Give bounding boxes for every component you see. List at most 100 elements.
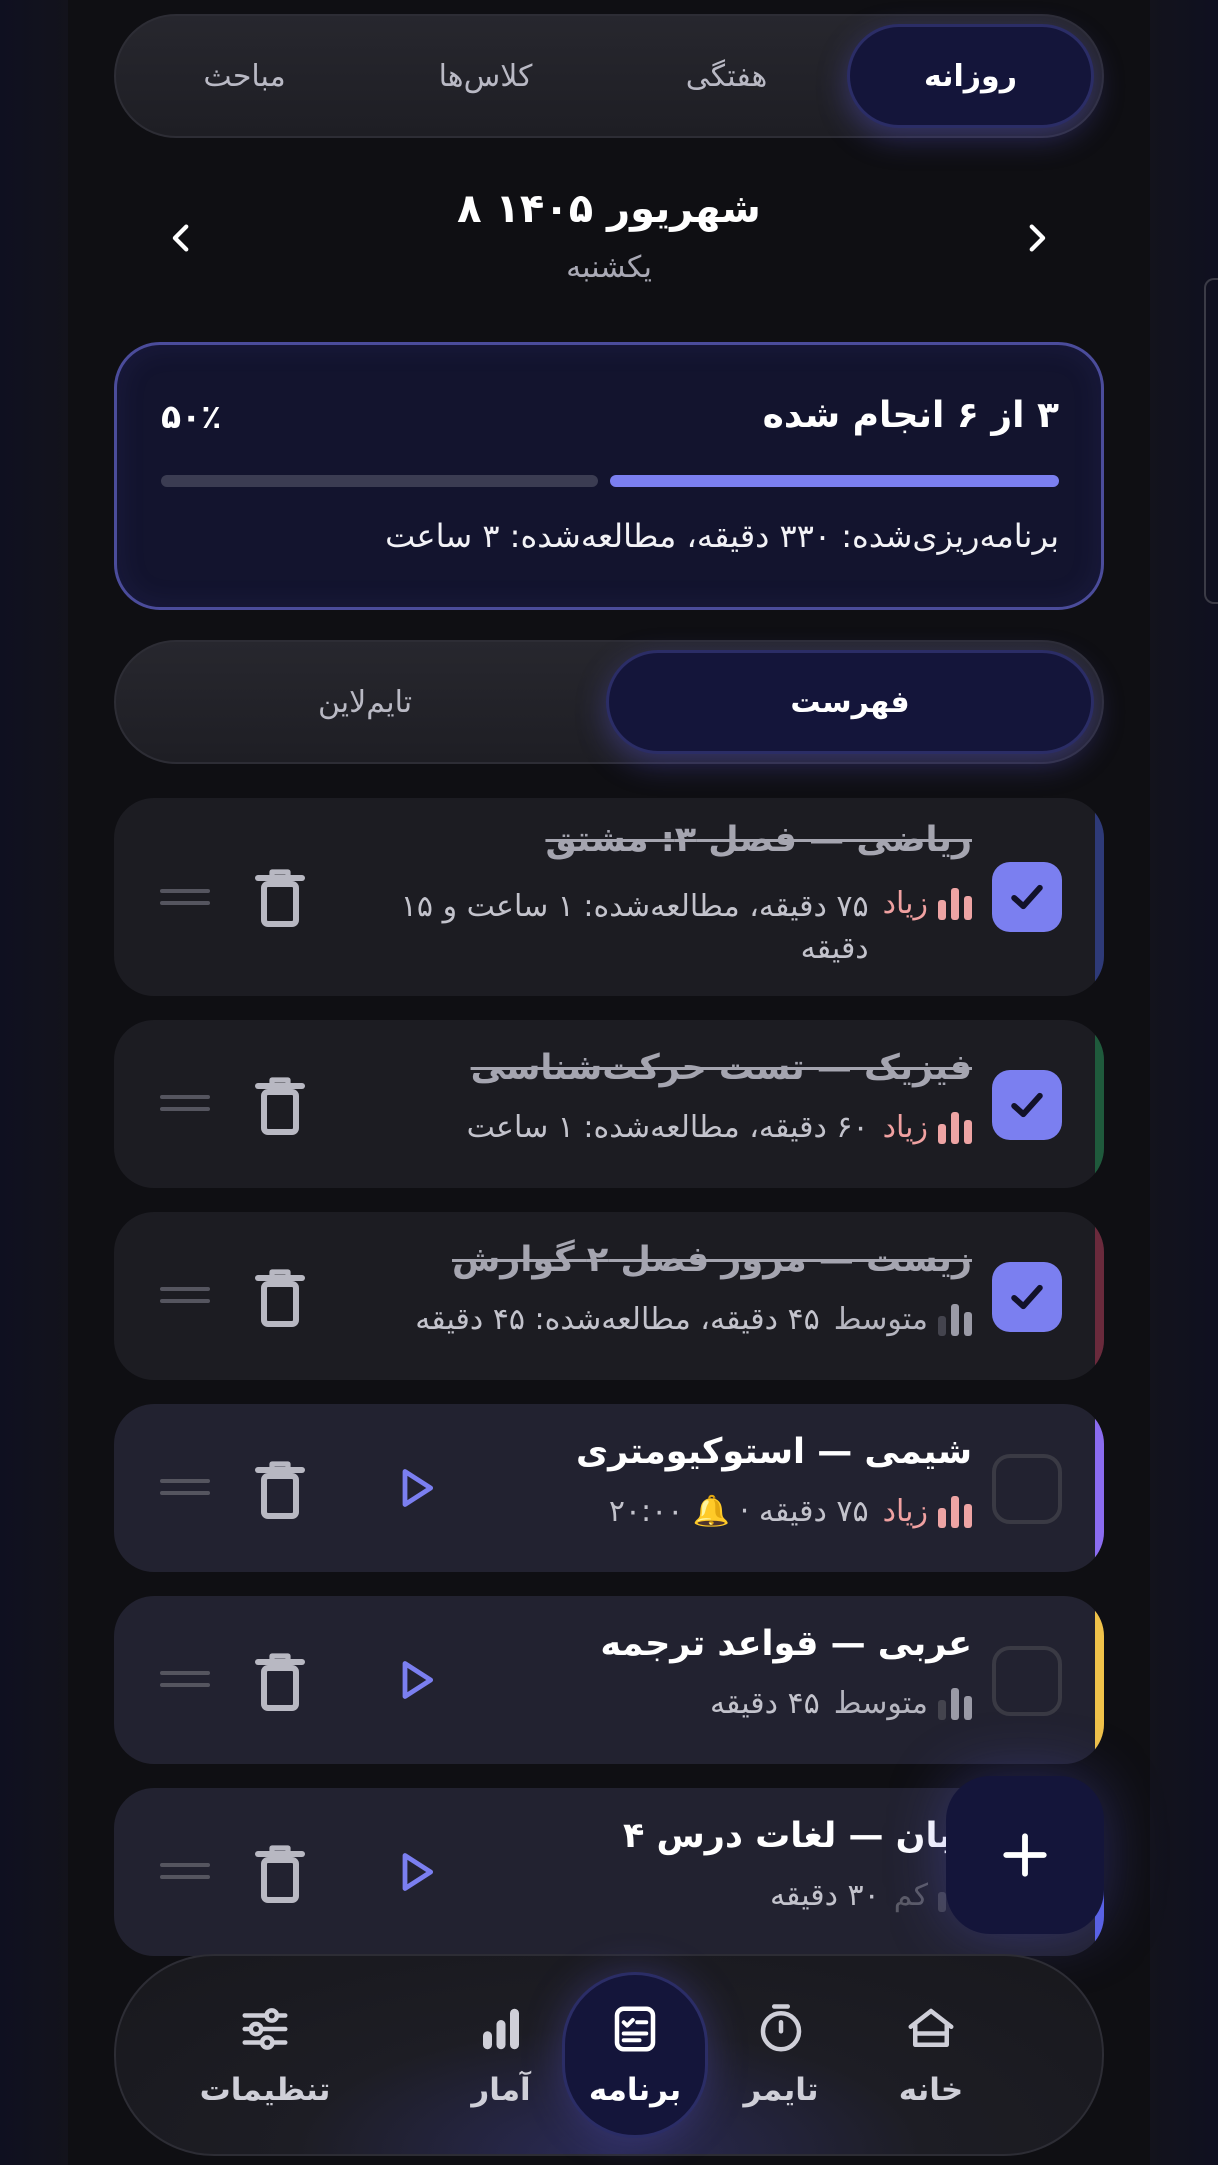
task-duration: ۷۵ دقیقه · 🔔 ۲۰:۰۰	[608, 1494, 869, 1529]
tab-classes[interactable]: کلاس‌ها	[365, 24, 606, 128]
play-icon[interactable]	[394, 1850, 438, 1894]
task-title: فیزیک — تست حرکت‌شناسی	[470, 1048, 972, 1088]
date-navigator: ۸ شهریور ۱۴۰۵ یکشنبه	[114, 180, 1104, 300]
trash-icon[interactable]	[254, 1844, 306, 1904]
task-duration: ۴۵ دقیقه، مطالعه‌شده: ۴۵ دقیقه	[415, 1302, 820, 1337]
drag-handle-icon[interactable]	[160, 1860, 210, 1884]
task-title: شیمی — استوکیومتری	[576, 1432, 972, 1472]
period-tabs: روزانه هفتگی کلاس‌ها مباحث	[114, 14, 1104, 138]
tab-weekly[interactable]: هفتگی	[606, 24, 847, 128]
nav-stats-label: آمار	[471, 2072, 531, 2108]
progress-bar-track	[161, 475, 598, 487]
trash-icon[interactable]	[254, 1652, 306, 1712]
chevron-right-icon	[1029, 224, 1046, 252]
priority-label: زیاد	[882, 1494, 928, 1529]
next-day-button[interactable]	[1008, 210, 1064, 266]
nav-plan[interactable]: برنامه	[560, 1956, 710, 2156]
task-item[interactable]: فیزیک — تست حرکت‌شناسی زیاد ۶۰ دقیقه، مط…	[114, 1020, 1104, 1188]
trash-icon[interactable]	[254, 1268, 306, 1328]
tab-topics[interactable]: مباحث	[124, 24, 365, 128]
progress-percent: ۵۰٪	[161, 397, 222, 436]
checklist-icon	[614, 2006, 656, 2052]
priority-badge: متوسط	[834, 1686, 972, 1721]
drag-handle-icon[interactable]	[160, 1092, 210, 1116]
task-item[interactable]: ریاضی — فصل ۳: مشتق زیاد ۷۵ دقیقه، مطالع…	[114, 798, 1104, 996]
sliders-icon	[242, 2008, 288, 2050]
task-duration: ۶۰ دقیقه، مطالعه‌شده: ۱ ساعت	[466, 1110, 869, 1145]
task-checkbox[interactable]	[992, 1070, 1062, 1140]
bottom-navigation: خانه تایمر برنامه آمار تنظیمات	[114, 1954, 1104, 2156]
play-icon[interactable]	[394, 1658, 438, 1702]
priority-bars-icon	[938, 1687, 972, 1720]
nav-stats[interactable]: آمار	[426, 1956, 576, 2156]
task-checkbox[interactable]	[992, 862, 1062, 932]
priority-bars-icon	[938, 1495, 972, 1528]
priority-label: متوسط	[833, 1686, 928, 1721]
task-item[interactable]: زیست — مرور فصل ۲ گوارش متوسط ۴۵ دقیقه، …	[114, 1212, 1104, 1380]
daily-progress-card: ۳ از ۶ انجام شده ۵۰٪ برنامه‌ریزی‌شده: ۳۳…	[114, 342, 1104, 610]
priority-bars-icon	[938, 1303, 972, 1336]
nav-home[interactable]: خانه	[856, 1956, 1006, 2156]
trash-icon[interactable]	[254, 1076, 306, 1136]
drag-handle-icon[interactable]	[160, 1668, 210, 1692]
priority-badge: زیاد	[883, 886, 972, 921]
task-meta: زیاد ۷۵ دقیقه · 🔔 ۲۰:۰۰	[609, 1494, 972, 1530]
task-checkbox[interactable]	[992, 1262, 1062, 1332]
nav-plan-label: برنامه	[588, 2072, 682, 2108]
task-checkbox[interactable]	[992, 1646, 1062, 1716]
subject-color-stripe	[1095, 798, 1104, 996]
subject-color-stripe	[1095, 1404, 1104, 1572]
task-title: ریاضی — فصل ۳: مشتق	[545, 820, 972, 860]
bar-chart-icon	[483, 2008, 519, 2050]
trash-icon[interactable]	[254, 1460, 306, 1520]
tab-daily[interactable]: روزانه	[847, 24, 1094, 128]
priority-bars-icon	[938, 887, 972, 920]
nav-home-label: خانه	[898, 2072, 964, 2108]
weekday-label: یکشنبه	[566, 250, 652, 285]
nav-timer[interactable]: تایمر	[706, 1956, 856, 2156]
progress-bar-fill	[610, 475, 1059, 487]
trash-icon[interactable]	[254, 868, 306, 928]
task-item[interactable]: شیمی — استوکیومتری زیاد ۷۵ دقیقه · 🔔 ۲۰:…	[114, 1404, 1104, 1572]
priority-badge: زیاد	[883, 1110, 972, 1145]
task-meta: متوسط ۴۵ دقیقه، مطالعه‌شده: ۴۵ دقیقه	[415, 1302, 972, 1338]
left-backdrop	[0, 0, 68, 2165]
task-item[interactable]: عربی — قواعد ترجمه متوسط ۴۵ دقیقه	[114, 1596, 1104, 1764]
home-icon	[908, 2008, 954, 2047]
stopwatch-icon	[760, 2004, 802, 2052]
task-checkbox[interactable]	[992, 1454, 1062, 1524]
task-meta: زیاد ۷۵ دقیقه، مطالعه‌شده: ۱ ساعت و ۱۵ دق…	[349, 886, 972, 970]
tab-timeline[interactable]: تایم‌لاین	[124, 650, 606, 754]
task-duration-line2: دقیقه	[800, 931, 869, 966]
subject-color-stripe	[1095, 1596, 1104, 1764]
drag-handle-icon[interactable]	[160, 1476, 210, 1500]
tab-list[interactable]: فهرست	[606, 650, 1094, 754]
add-task-button[interactable]	[946, 1776, 1104, 1934]
priority-badge: زیاد	[883, 1494, 972, 1529]
checkmark-icon	[1011, 1092, 1043, 1118]
drag-handle-icon[interactable]	[160, 886, 210, 910]
checkmark-icon	[1011, 1284, 1043, 1310]
task-duration: ۷۵ دقیقه، مطالعه‌شده: ۱ ساعت و ۱۵ دقیقه	[349, 886, 869, 970]
task-title: عربی — قواعد ترجمه	[600, 1624, 972, 1664]
checkmark-icon	[1011, 884, 1043, 910]
nav-settings[interactable]: تنظیمات	[180, 1956, 350, 2156]
task-duration: ۳۰ دقیقه	[769, 1878, 880, 1913]
nav-settings-label: تنظیمات	[199, 2072, 331, 2108]
side-drawer-handle[interactable]	[1204, 278, 1218, 604]
task-meta: کم ۳۰ دقیقه	[770, 1878, 972, 1914]
completed-count: ۳ از ۶ انجام شده	[762, 395, 1059, 436]
drag-handle-icon[interactable]	[160, 1284, 210, 1308]
task-meta: متوسط ۴۵ دقیقه	[710, 1686, 972, 1722]
priority-label: متوسط	[833, 1302, 928, 1337]
planner-screen: روزانه هفتگی کلاس‌ها مباحث ۸ شهریور ۱۴۰۵…	[68, 0, 1218, 2165]
plus-icon	[1003, 1833, 1047, 1877]
subject-color-stripe	[1095, 1020, 1104, 1188]
task-meta: زیاد ۶۰ دقیقه، مطالعه‌شده: ۱ ساعت	[467, 1110, 972, 1146]
study-summary: برنامه‌ریزی‌شده: ۳۳۰ دقیقه، مطالعه‌شده: …	[385, 517, 1059, 555]
task-duration-line1: ۷۵ دقیقه، مطالعه‌شده: ۱ ساعت و ۱۵	[400, 889, 869, 924]
priority-bars-icon	[938, 1111, 972, 1144]
play-icon[interactable]	[394, 1466, 438, 1510]
priority-label: زیاد	[882, 886, 928, 921]
date-title: ۸ شهریور ۱۴۰۵	[457, 186, 761, 232]
